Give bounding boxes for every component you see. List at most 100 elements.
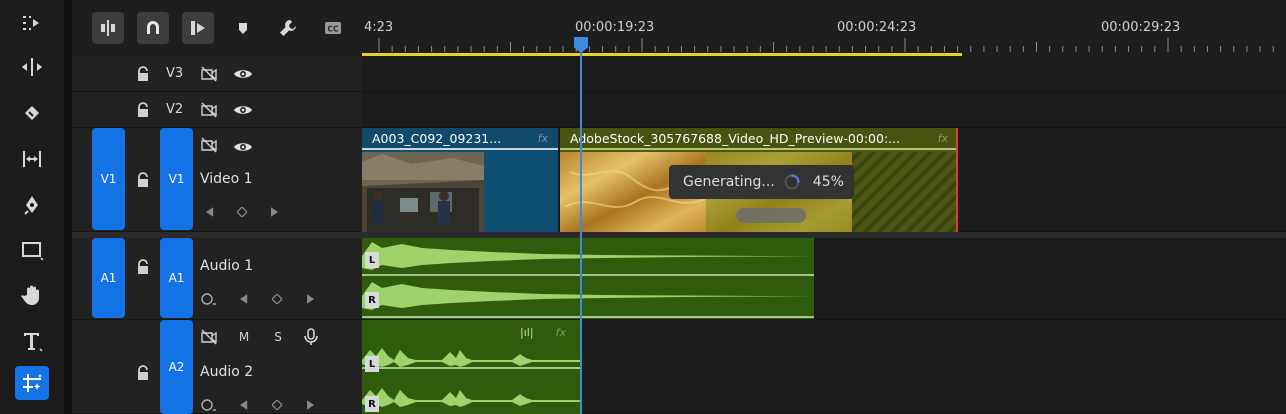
lock-icon[interactable] [134, 171, 152, 189]
lock-icon[interactable] [134, 101, 152, 119]
source-patch-a1[interactable]: A1 [92, 238, 125, 318]
generating-text: Generating... [683, 174, 775, 190]
mute-button[interactable]: M [237, 330, 251, 344]
eye-icon[interactable] [233, 65, 253, 83]
generating-percent: 45% [812, 174, 844, 190]
magnet-icon [147, 21, 159, 34]
track-header-a1: A1 A1 Audio 1 [72, 238, 362, 320]
track-header-v2: V2 [72, 92, 362, 128]
volume-keyframe-icon[interactable] [200, 397, 218, 413]
insert-overwrite-toggle[interactable] [92, 12, 124, 44]
linked-selection-button[interactable] [182, 12, 214, 44]
timeline-toolbar: CC [72, 0, 362, 56]
track-header-v1: V1 V1 Video 1 [72, 128, 362, 232]
add-keyframe-icon[interactable] [271, 293, 283, 305]
track-target-a1[interactable]: A1 [160, 238, 193, 318]
slip-tool[interactable] [15, 142, 49, 176]
waveform [362, 348, 580, 407]
ripple-edit-tool[interactable] [15, 50, 49, 84]
time-ruler[interactable]: 4:23 00:00:19:23 00:00:24:23 00:00:29:23 [362, 0, 1286, 56]
channel-left-label: L [365, 252, 379, 268]
spinner-icon [784, 174, 800, 190]
next-keyframe-icon[interactable] [270, 206, 280, 218]
previous-keyframe-icon[interactable] [239, 399, 249, 411]
timecode-label: 00:00:29:23 [1101, 20, 1181, 35]
tools-panel [0, 0, 64, 414]
track-target-a2[interactable]: A2 [160, 320, 193, 414]
snap-button[interactable] [137, 12, 169, 44]
clip-title: A003_C092_09231... [362, 128, 558, 150]
track-name: Audio 1 [200, 258, 254, 274]
next-keyframe-icon[interactable] [306, 293, 316, 305]
insert-icon [101, 20, 115, 36]
sync-lock-icon[interactable] [200, 101, 218, 119]
track-header-v3: V3 [72, 56, 362, 92]
timecode-label: 00:00:24:23 [837, 20, 917, 35]
channel-right-label: R [365, 396, 379, 412]
razor-tool[interactable] [15, 96, 49, 130]
captions-button[interactable]: CC [317, 12, 349, 44]
clip-title: AdobeStock_305767688_Video_HD_Preview-00… [560, 128, 958, 150]
waveform [362, 242, 814, 318]
panel-divider [64, 0, 72, 414]
wrench-icon [280, 20, 296, 36]
timeline-settings-button[interactable] [272, 12, 304, 44]
track-target-v1[interactable]: V1 [160, 128, 193, 230]
add-marker-button[interactable] [227, 12, 259, 44]
playhead-line[interactable] [580, 40, 582, 414]
generating-indicator: Generating... 45% [669, 165, 854, 199]
previous-keyframe-icon[interactable] [205, 206, 215, 218]
ripple-edit-icon [22, 58, 42, 76]
eye-icon[interactable] [233, 101, 253, 119]
clip-end-edge[interactable] [956, 128, 958, 232]
previous-keyframe-icon[interactable] [239, 293, 249, 305]
track-name: Video 1 [200, 171, 253, 187]
pen-tool[interactable] [15, 188, 49, 222]
volume-keyframe-icon[interactable] [200, 291, 218, 307]
marker-icon [239, 23, 247, 34]
hand-icon [21, 285, 39, 305]
add-keyframe-icon[interactable] [236, 206, 248, 218]
sync-lock-icon[interactable] [200, 65, 218, 83]
razor-icon [25, 106, 39, 120]
eye-icon[interactable] [233, 138, 253, 156]
lock-icon[interactable] [134, 364, 152, 382]
clip-thumbnail [362, 152, 484, 232]
track-select-forward-icon [23, 16, 39, 30]
captions-icon: CC [325, 22, 341, 34]
svg-text:CC: CC [327, 25, 339, 34]
track-label: V2 [166, 102, 184, 117]
audio-clip[interactable]: L R [362, 238, 814, 319]
microphone-icon[interactable] [303, 328, 319, 346]
timecode-label: 4:23 [364, 20, 394, 35]
sync-lock-icon[interactable] [200, 328, 218, 346]
slip-icon [23, 151, 41, 167]
lock-icon[interactable] [134, 258, 152, 276]
type-tool[interactable] [15, 324, 49, 358]
lane-v3[interactable] [362, 56, 1286, 92]
generative-extend-icon [23, 374, 42, 392]
pen-icon [24, 196, 38, 215]
fx-badge: fx [537, 132, 548, 145]
generative-extend-tool[interactable] [15, 366, 49, 400]
channel-left-label: L [365, 356, 379, 372]
video-clip[interactable]: A003_C092_09231... fx [362, 128, 558, 232]
linked-selection-icon [191, 21, 205, 35]
lane-v2[interactable] [362, 92, 1286, 128]
channel-right-label: R [365, 292, 379, 308]
track-select-forward-tool[interactable] [15, 6, 49, 40]
rectangle-tool[interactable] [15, 233, 49, 267]
add-keyframe-icon[interactable] [271, 399, 283, 411]
audio-clip[interactable]: |ıl| fx L R [362, 320, 580, 414]
hand-tool[interactable] [15, 278, 49, 312]
sync-lock-icon[interactable] [200, 136, 218, 154]
track-header-a2: A2 M S Audio 2 [72, 320, 362, 414]
generating-progress-bar [736, 208, 806, 223]
lock-icon[interactable] [134, 65, 152, 83]
timecode-label: 00:00:19:23 [575, 20, 655, 35]
fx-badge: fx [937, 132, 948, 145]
next-keyframe-icon[interactable] [306, 399, 316, 411]
rectangle-icon [22, 242, 44, 261]
source-patch-v1[interactable]: V1 [92, 128, 125, 230]
solo-button[interactable]: S [271, 330, 285, 344]
